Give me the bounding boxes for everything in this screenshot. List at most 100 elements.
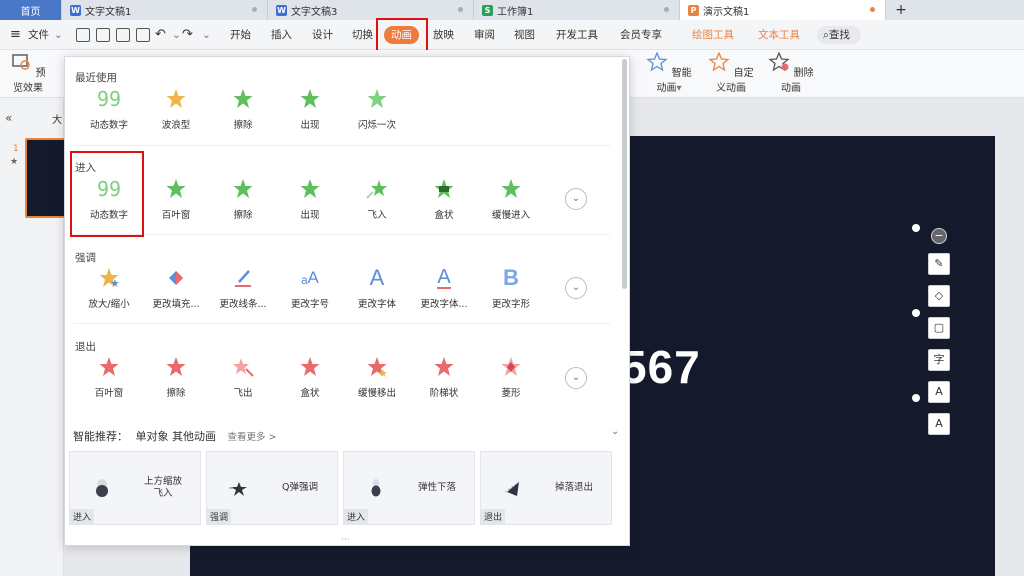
effect-exit-diamond[interactable]: 菱形 bbox=[480, 355, 542, 399]
effect-label: 出现 bbox=[300, 120, 320, 131]
box-star-icon bbox=[279, 355, 341, 379]
menu-design[interactable]: 设计 bbox=[312, 20, 333, 50]
export-icon[interactable] bbox=[96, 28, 110, 42]
recommendation-card[interactable]: 弹性下落 进入 bbox=[343, 451, 475, 525]
effect-enter-appear[interactable]: 出现 bbox=[279, 177, 341, 221]
menu-insert[interactable]: 插入 bbox=[271, 20, 292, 50]
effect-emphasis-change-line[interactable]: 更改线条... bbox=[212, 266, 274, 310]
menu-review[interactable]: 审阅 bbox=[474, 20, 495, 50]
card-label: Q弹强调 bbox=[282, 482, 318, 493]
search-button[interactable]: ⌕查找 bbox=[817, 26, 861, 44]
collapse-panel-icon[interactable]: « bbox=[5, 111, 12, 125]
collapse-recommendation-icon[interactable]: ⌄ bbox=[611, 426, 619, 437]
delete-animation-button[interactable]: 删除动画 bbox=[768, 51, 814, 94]
effect-enter-slow-in[interactable]: 缓慢进入 bbox=[480, 177, 542, 221]
effect-recent-dynamic-number[interactable]: 99 动态数字 bbox=[78, 87, 140, 131]
print-icon[interactable] bbox=[116, 28, 130, 42]
undo-more-icon[interactable]: ⌄ bbox=[172, 20, 181, 50]
resize-handle[interactable] bbox=[912, 394, 920, 402]
card-tag: 退出 bbox=[481, 509, 506, 524]
outline-icon[interactable]: ▢ bbox=[928, 317, 950, 339]
menu-transition[interactable]: 切换 bbox=[352, 20, 373, 50]
effect-enter-box[interactable]: 盒状 bbox=[413, 177, 475, 221]
print-preview-icon[interactable] bbox=[136, 28, 150, 42]
save-icon[interactable] bbox=[76, 28, 90, 42]
effect-label: 更改字形 bbox=[491, 299, 530, 310]
appear-star-icon bbox=[279, 87, 341, 111]
font-color-icon: A bbox=[437, 266, 451, 289]
tab-document-1[interactable]: W 文字文稿1 bbox=[62, 0, 268, 20]
effect-recent-wipe[interactable]: 擦除 bbox=[212, 87, 274, 131]
slide-number: 1 bbox=[13, 144, 19, 154]
chevron-down-icon[interactable]: ⌄ bbox=[54, 20, 63, 50]
effect-enter-blinds[interactable]: 百叶窗 bbox=[145, 177, 207, 221]
brush-icon[interactable]: ✎ bbox=[928, 253, 950, 275]
recommendation-card[interactable]: Q弹强调 强调 bbox=[206, 451, 338, 525]
effect-exit-fly-out[interactable]: 飞出 bbox=[212, 355, 274, 399]
effect-enter-wipe[interactable]: 擦除 bbox=[212, 177, 274, 221]
menu-member[interactable]: 会员专享 bbox=[620, 20, 662, 50]
effect-emphasis-change-font-style[interactable]: B 更改字形 bbox=[480, 265, 542, 310]
tab-presentation-1[interactable]: P 演示文稿1 bbox=[680, 0, 886, 20]
text-style-icon[interactable]: A bbox=[928, 381, 950, 403]
menu-home[interactable]: 开始 bbox=[230, 20, 251, 50]
effect-emphasis-change-font[interactable]: A 更改字体 bbox=[346, 265, 408, 310]
effect-emphasis-change-fill[interactable]: 更改填充... bbox=[145, 266, 207, 310]
card-tag: 强调 bbox=[207, 509, 232, 524]
effect-emphasis-grow-shrink[interactable]: 放大/缩小 bbox=[78, 266, 140, 310]
recommendation-card[interactable]: 上方缩放 飞入 进入 bbox=[69, 451, 201, 525]
effect-recent-appear[interactable]: 出现 bbox=[279, 87, 341, 131]
redo-icon[interactable]: ↷ bbox=[182, 20, 193, 50]
undo-icon[interactable]: ↶ bbox=[155, 20, 166, 50]
customize-toolbar-icon[interactable]: ⌄ bbox=[202, 20, 211, 50]
effect-exit-stairs[interactable]: 阶梯状 bbox=[413, 355, 475, 399]
collapse-toolbar-icon[interactable]: − bbox=[931, 228, 947, 244]
custom-animation-button[interactable]: 自定义动画 bbox=[704, 51, 758, 94]
presentation-icon: P bbox=[688, 4, 699, 16]
recommendation-card[interactable]: 掉落退出 退出 bbox=[480, 451, 612, 525]
text-box-icon[interactable]: A bbox=[928, 413, 950, 435]
card-label: 弹性下落 bbox=[417, 482, 456, 493]
scrollbar[interactable] bbox=[622, 59, 627, 289]
effect-label: 菱形 bbox=[501, 388, 521, 399]
elastic-drop-icon bbox=[371, 479, 381, 497]
smart-recommendation-title: 智能推荐： bbox=[73, 430, 128, 443]
effect-emphasis-change-font-color[interactable]: A 更改字体... bbox=[413, 266, 475, 310]
menu-view[interactable]: 视图 bbox=[514, 20, 535, 50]
effect-exit-wipe[interactable]: 擦除 bbox=[145, 355, 207, 399]
menu-slideshow[interactable]: 放映 bbox=[433, 20, 454, 50]
menu-drawing-tools[interactable]: 绘图工具 bbox=[692, 20, 734, 50]
font-icon[interactable]: 字 bbox=[928, 349, 950, 371]
effect-exit-box[interactable]: 盒状 bbox=[279, 355, 341, 399]
effect-recent-flash-once[interactable]: 闪烁一次 bbox=[346, 87, 408, 131]
effect-recent-wave[interactable]: 波浪型 bbox=[145, 87, 207, 131]
effect-exit-slow-out[interactable]: 缓慢移出 bbox=[346, 355, 408, 399]
preview-effect-button[interactable]: 预览效果 bbox=[6, 52, 50, 94]
menu-file[interactable]: 文件 bbox=[28, 20, 49, 50]
resize-grip[interactable]: ··· bbox=[341, 535, 350, 545]
menu-developer[interactable]: 开发工具 bbox=[556, 20, 598, 50]
view-more-link[interactable]: 查看更多 > bbox=[228, 432, 277, 443]
section-title-recent: 最近使用 bbox=[75, 72, 117, 84]
slide-textbox[interactable]: 567 bbox=[621, 340, 701, 394]
resize-handle[interactable] bbox=[912, 224, 920, 232]
fly-in-star-icon bbox=[346, 177, 408, 201]
hamburger-icon[interactable]: ≡ bbox=[10, 20, 21, 50]
effect-enter-fly-in[interactable]: 飞入 bbox=[346, 177, 408, 221]
tab-document-3[interactable]: W 文字文稿3 bbox=[268, 0, 474, 20]
resize-handle[interactable] bbox=[912, 309, 920, 317]
tab-home[interactable]: 首页 bbox=[0, 0, 62, 20]
tab-workbook-1[interactable]: S 工作簿1 bbox=[474, 0, 680, 20]
fill-icon[interactable]: ◇ bbox=[928, 285, 950, 307]
animation-gallery-dropdown: 最近使用 99 动态数字 波浪型 擦除 出现 闪烁一次 进入 99 动态数字 百… bbox=[64, 56, 630, 546]
effect-emphasis-change-size[interactable]: ₐA 更改字号 bbox=[279, 266, 341, 310]
expand-emphasis-effects-button[interactable]: ⌄ bbox=[565, 277, 587, 299]
card-label: 掉落退出 bbox=[554, 482, 593, 493]
menu-text-tools[interactable]: 文本工具 bbox=[758, 20, 800, 50]
expand-exit-effects-button[interactable]: ⌄ bbox=[565, 367, 587, 389]
new-tab-button[interactable]: + bbox=[886, 0, 916, 20]
effect-exit-blinds[interactable]: 百叶窗 bbox=[78, 355, 140, 399]
outline-tab[interactable]: 大 bbox=[52, 111, 62, 126]
expand-enter-effects-button[interactable]: ⌄ bbox=[565, 188, 587, 210]
smart-animation-button[interactable]: 智能动画▾ bbox=[642, 51, 696, 94]
